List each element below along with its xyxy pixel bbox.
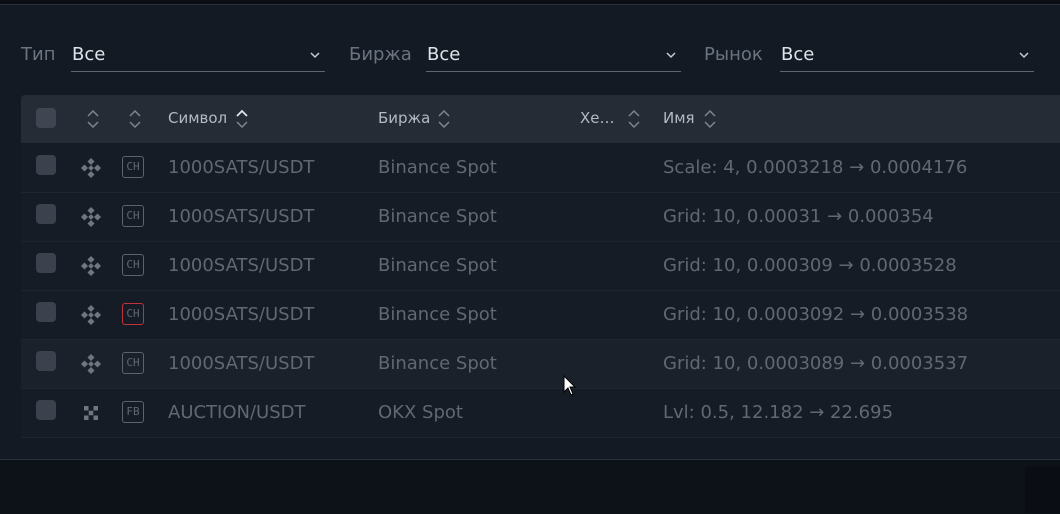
row-checkbox[interactable]: [36, 253, 56, 273]
symbol-cell: 1000SATS/USDT: [168, 206, 315, 227]
strategy-badge: CH: [122, 205, 144, 227]
exchange-cell: OKX Spot: [378, 402, 463, 423]
row-checkbox[interactable]: [36, 204, 56, 224]
exchange-cell: Binance Spot: [378, 255, 497, 276]
symbol-cell: 1000SATS/USDT: [168, 304, 315, 325]
binance-icon: [80, 255, 102, 277]
okx-icon: [84, 406, 98, 420]
sort-icon[interactable]: [127, 108, 143, 130]
filter-type-select[interactable]: Все: [71, 39, 325, 72]
sort-icon[interactable]: [702, 108, 718, 130]
exchange-cell: Binance Spot: [378, 206, 497, 227]
table-row[interactable]: FB AUCTION/USDT OKX Spot Lvl: 0.5, 12.18…: [21, 389, 1060, 438]
chevron-down-icon: [666, 52, 676, 59]
column-exchange-header[interactable]: Биржа: [378, 109, 430, 127]
table-row[interactable]: CH 1000SATS/USDT Binance Spot Scale: 4, …: [21, 144, 1060, 193]
row-checkbox[interactable]: [36, 400, 56, 420]
sort-icon[interactable]: [85, 108, 101, 130]
strategy-badge-alert: CH: [122, 303, 144, 325]
exchange-cell: Binance Spot: [378, 353, 497, 374]
symbol-cell: 1000SATS/USDT: [168, 353, 315, 374]
binance-icon: [80, 304, 102, 326]
row-checkbox[interactable]: [36, 302, 56, 322]
bot-name-cell: Grid: 10, 0.0003089 → 0.0003537: [663, 353, 969, 374]
bot-name-cell: Grid: 10, 0.0003092 → 0.0003538: [663, 304, 969, 325]
filter-exchange-value: Все: [427, 44, 461, 65]
exchange-cell: Binance Spot: [378, 304, 497, 325]
column-symbol-header[interactable]: Символ: [168, 109, 227, 127]
column-hedge-header[interactable]: Хе…: [580, 109, 615, 127]
filter-type-label: Тип: [21, 44, 56, 65]
sort-asc-icon[interactable]: [234, 108, 250, 130]
bots-table: Символ Биржа Хе… Имя CH 1000SATS/USDT Bi…: [21, 95, 1060, 438]
binance-icon: [80, 157, 102, 179]
symbol-cell: AUCTION/USDT: [168, 402, 306, 423]
chevron-down-icon: [1019, 52, 1029, 59]
bot-name-cell: Lvl: 0.5, 12.182 → 22.695: [663, 402, 894, 423]
sort-icon[interactable]: [626, 108, 642, 130]
bottom-bar: [0, 459, 1060, 514]
row-checkbox[interactable]: [36, 351, 56, 371]
mouse-cursor-icon: [563, 375, 577, 396]
table-header: Символ Биржа Хе… Имя: [21, 95, 1060, 143]
bot-name-cell: Scale: 4, 0.0003218 → 0.0004176: [663, 157, 968, 178]
select-all-checkbox[interactable]: [36, 108, 56, 128]
binance-icon: [80, 353, 102, 375]
strategy-badge: FB: [122, 401, 144, 423]
filter-market-label: Рынок: [704, 44, 763, 65]
table-row[interactable]: CH 1000SATS/USDT Binance Spot Grid: 10, …: [21, 291, 1060, 340]
filter-type-value: Все: [72, 44, 106, 65]
filter-market-value: Все: [781, 44, 815, 65]
binance-icon: [80, 206, 102, 228]
symbol-cell: 1000SATS/USDT: [168, 255, 315, 276]
chevron-down-icon: [310, 52, 320, 59]
strategy-badge: CH: [122, 352, 144, 374]
filter-exchange-select[interactable]: Все: [426, 39, 681, 72]
sort-icon[interactable]: [436, 108, 452, 130]
table-row[interactable]: CH 1000SATS/USDT Binance Spot Grid: 10, …: [21, 193, 1060, 242]
bot-name-cell: Grid: 10, 0.000309 → 0.0003528: [663, 255, 957, 276]
strategy-badge: CH: [122, 156, 144, 178]
bot-name-cell: Grid: 10, 0.00031 → 0.000354: [663, 206, 934, 227]
symbol-cell: 1000SATS/USDT: [168, 157, 315, 178]
strategy-badge: CH: [122, 254, 144, 276]
row-checkbox[interactable]: [36, 155, 56, 175]
table-row[interactable]: CH 1000SATS/USDT Binance Spot Grid: 10, …: [21, 242, 1060, 291]
table-row[interactable]: CH 1000SATS/USDT Binance Spot Grid: 10, …: [21, 340, 1060, 389]
bottom-corner-panel: [1025, 467, 1060, 513]
filter-market-select[interactable]: Все: [780, 39, 1034, 72]
filter-exchange-label: Биржа: [349, 44, 412, 65]
column-name-header[interactable]: Имя: [663, 109, 695, 127]
exchange-cell: Binance Spot: [378, 157, 497, 178]
